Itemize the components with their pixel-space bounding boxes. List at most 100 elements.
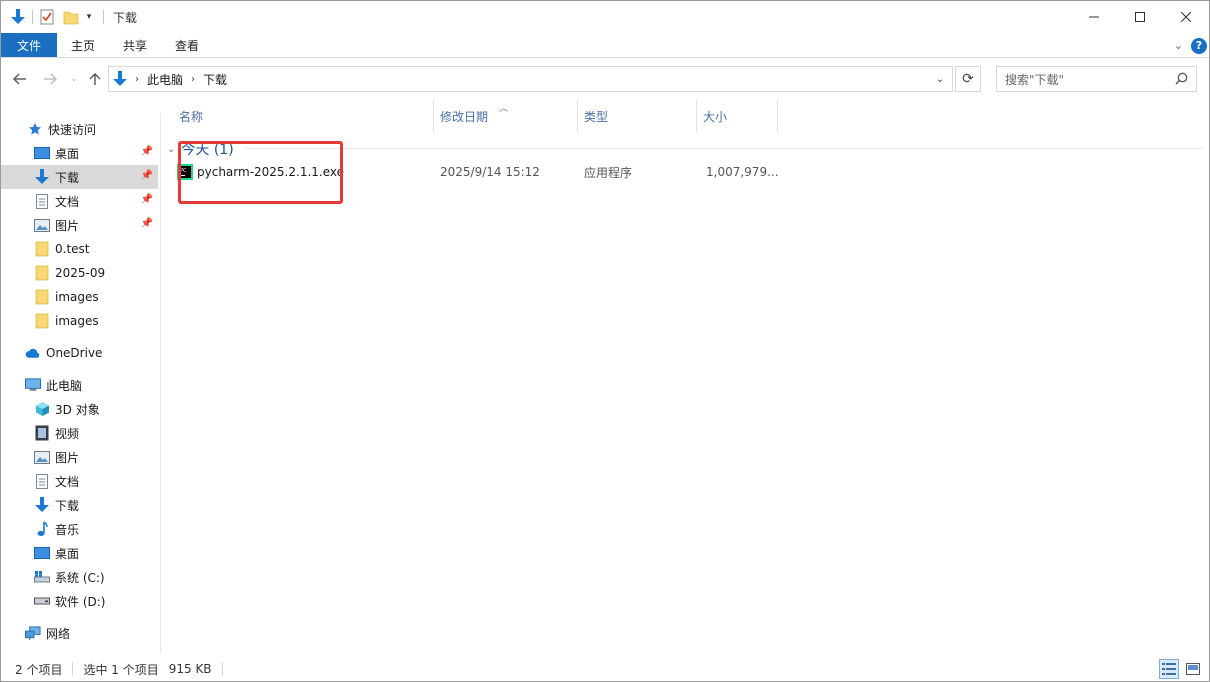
sidebar-item-drive-d[interactable]: 软件 (D:) bbox=[1, 589, 158, 613]
sidebar-item-folder-images-2[interactable]: images bbox=[1, 309, 158, 333]
file-date: 2025/9/14 15:12 bbox=[440, 165, 540, 179]
download-icon bbox=[9, 8, 27, 26]
sidebar-item-label: OneDrive bbox=[46, 346, 103, 360]
column-header-size[interactable]: 大小 bbox=[697, 99, 778, 133]
sidebar-item-downloads[interactable]: 下载 📌 bbox=[1, 165, 158, 189]
sidebar-item-pictures[interactable]: 图片 📌 bbox=[1, 213, 158, 237]
sidebar-item-label: 文档 bbox=[55, 474, 80, 489]
tab-home[interactable]: 主页 bbox=[57, 33, 109, 57]
sidebar-item-documents[interactable]: 文档 📌 bbox=[1, 189, 158, 213]
file-type: 应用程序 bbox=[584, 165, 633, 180]
sidebar-item-label: 3D 对象 bbox=[55, 402, 100, 417]
forward-button[interactable] bbox=[39, 68, 61, 90]
close-button[interactable] bbox=[1163, 1, 1209, 33]
sidebar-item-downloads-pc[interactable]: 下载 bbox=[1, 493, 158, 517]
ribbon-right: ⌄ ? bbox=[1174, 33, 1207, 58]
tab-view[interactable]: 查看 bbox=[161, 33, 213, 57]
sidebar-item-onedrive[interactable]: OneDrive bbox=[1, 341, 158, 365]
pin-icon[interactable]: 📌 bbox=[141, 146, 153, 157]
large-icons-view-button[interactable] bbox=[1183, 659, 1203, 679]
search-input[interactable]: 搜索"下载" bbox=[996, 66, 1197, 92]
minimize-button[interactable] bbox=[1071, 1, 1117, 33]
sidebar-item-videos[interactable]: 视频 bbox=[1, 421, 158, 445]
breadcrumb-this-pc[interactable]: 此电脑 bbox=[147, 71, 183, 88]
sidebar-item-label: 图片 bbox=[55, 450, 80, 465]
sidebar-item-this-pc[interactable]: 此电脑 bbox=[1, 373, 158, 397]
sidebar-item-label: 文档 bbox=[55, 194, 80, 209]
sidebar-item-folder-2025-09[interactable]: 2025-09 bbox=[1, 261, 158, 285]
sidebar-item-label: 下载 bbox=[55, 170, 80, 185]
tab-share[interactable]: 共享 bbox=[109, 33, 161, 57]
details-view-button[interactable] bbox=[1159, 659, 1179, 679]
ribbon-tabs: 文件 主页 共享 查看 ⌄ ? bbox=[1, 33, 1209, 58]
sidebar-item-label: 图片 bbox=[55, 218, 80, 233]
group-divider bbox=[245, 148, 1203, 149]
maximize-button[interactable] bbox=[1117, 1, 1163, 33]
sidebar-item-label: 桌面 bbox=[55, 546, 80, 561]
pin-icon[interactable]: 📌 bbox=[141, 218, 153, 229]
sidebar-item-network[interactable]: 网络 bbox=[1, 621, 158, 645]
navigation-bar: ⌄ › 此电脑 › 下载 ⌄ ⟳ 搜索"下载" bbox=[1, 59, 1209, 99]
video-icon bbox=[34, 425, 50, 441]
breadcrumb-downloads[interactable]: 下载 bbox=[203, 71, 227, 88]
file-size: 1,007,979... bbox=[706, 165, 779, 179]
navigation-pane: 快速访问 桌面 📌 下载 📌 文档 📌 图片 📌 0.test 2025-09 … bbox=[1, 113, 161, 653]
sidebar-item-label: 音乐 bbox=[55, 522, 80, 537]
title-bar: ▾ 下载 bbox=[1, 1, 1209, 33]
music-icon bbox=[34, 521, 50, 537]
download-icon bbox=[34, 497, 50, 513]
download-icon bbox=[113, 71, 127, 87]
sidebar-item-quick-access[interactable]: 快速访问 bbox=[1, 117, 158, 141]
annotation-highlight-box bbox=[178, 141, 343, 204]
status-selected-size: 915 KB bbox=[168, 662, 212, 676]
tab-file[interactable]: 文件 bbox=[1, 33, 57, 57]
document-icon bbox=[34, 193, 50, 209]
expand-ribbon-icon[interactable]: ⌄ bbox=[1174, 39, 1183, 52]
status-separator bbox=[221, 662, 223, 676]
sidebar-item-desktop-pc[interactable]: 桌面 bbox=[1, 541, 158, 565]
search-icon bbox=[1175, 72, 1188, 88]
picture-icon bbox=[34, 449, 50, 465]
help-icon[interactable]: ? bbox=[1191, 37, 1207, 54]
sidebar-item-music[interactable]: 音乐 bbox=[1, 517, 158, 541]
status-item-count: 2 个项目 bbox=[15, 662, 63, 677]
address-dropdown-icon[interactable]: ⌄ bbox=[928, 67, 952, 91]
window-controls bbox=[1071, 1, 1209, 33]
sidebar-item-documents-pc[interactable]: 文档 bbox=[1, 469, 158, 493]
folder-icon bbox=[34, 313, 50, 329]
recent-locations-button[interactable]: ⌄ bbox=[63, 68, 85, 90]
drive-icon bbox=[34, 593, 50, 609]
properties-icon[interactable] bbox=[38, 8, 56, 26]
sidebar-item-label: 网络 bbox=[46, 626, 71, 641]
toolbar-separator bbox=[32, 10, 33, 24]
sidebar-item-label: images bbox=[55, 290, 99, 304]
pin-icon[interactable]: 📌 bbox=[141, 170, 153, 181]
column-header-type[interactable]: 类型 bbox=[578, 99, 697, 133]
download-icon bbox=[34, 169, 50, 185]
sidebar-item-label: images bbox=[55, 314, 99, 328]
sidebar-item-desktop[interactable]: 桌面 📌 bbox=[1, 141, 158, 165]
new-folder-icon[interactable] bbox=[62, 8, 80, 26]
refresh-button[interactable]: ⟳ bbox=[955, 66, 981, 92]
status-bar: 2 个项目 选中 1 个项目 915 KB bbox=[1, 656, 1209, 682]
sidebar-item-drive-c[interactable]: 系统 (C:) bbox=[1, 565, 158, 589]
up-button[interactable] bbox=[84, 68, 106, 90]
sidebar-item-folder-0-test[interactable]: 0.test bbox=[1, 237, 158, 261]
breadcrumb-chevron-icon: › bbox=[191, 73, 196, 85]
sidebar-item-3d-objects[interactable]: 3D 对象 bbox=[1, 397, 158, 421]
folder-icon bbox=[34, 289, 50, 305]
pin-icon[interactable]: 📌 bbox=[141, 194, 153, 205]
sidebar-item-label: 此电脑 bbox=[46, 378, 83, 393]
toolbar-separator bbox=[103, 10, 104, 24]
star-icon bbox=[27, 121, 43, 137]
address-bar[interactable]: › 此电脑 › 下载 ⌄ bbox=[108, 66, 953, 92]
customize-toolbar-icon[interactable]: ▾ bbox=[80, 8, 98, 26]
explorer-window: ▾ 下载 文件 主页 共享 查看 ⌄ ? ⌄ › 此电脑 › 下载 ⌄ ⟳ 搜索… bbox=[0, 0, 1210, 682]
sidebar-item-pictures-pc[interactable]: 图片 bbox=[1, 445, 158, 469]
column-header-name[interactable]: 名称 bbox=[161, 99, 434, 133]
back-button[interactable] bbox=[9, 68, 31, 90]
search-placeholder: 搜索"下载" bbox=[1005, 72, 1065, 87]
status-separator bbox=[72, 662, 74, 676]
sidebar-item-folder-images[interactable]: images bbox=[1, 285, 158, 309]
status-selected-count: 选中 1 个项目 bbox=[83, 662, 159, 677]
